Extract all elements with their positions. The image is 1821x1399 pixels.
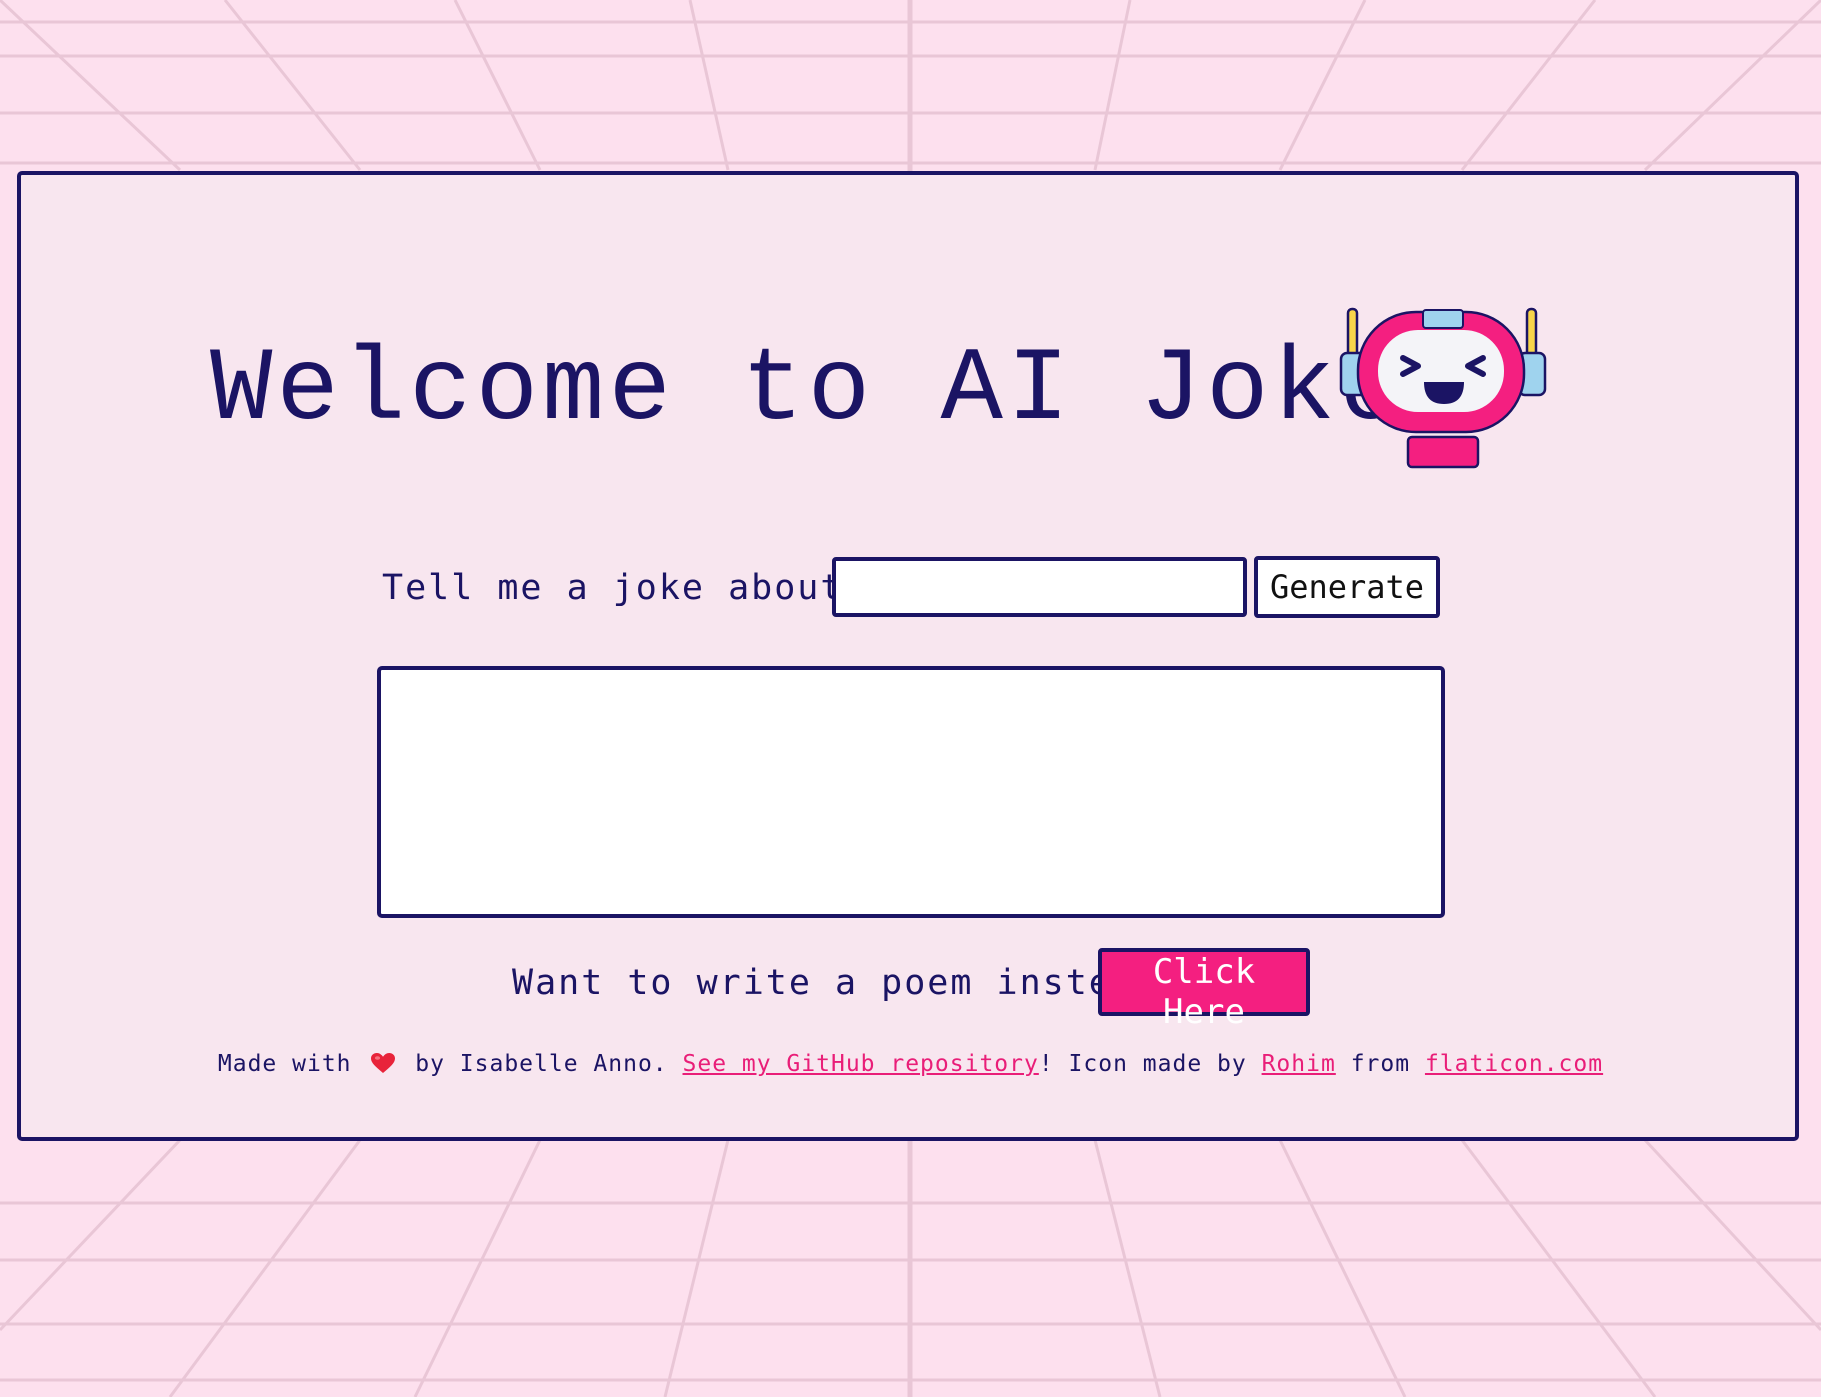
joke-topic-input[interactable]	[832, 557, 1247, 617]
robot-mascot-icon	[1338, 306, 1548, 470]
flaticon-link[interactable]: flaticon.com	[1425, 1051, 1603, 1077]
github-repo-link[interactable]: See my GitHub repository	[683, 1051, 1039, 1077]
footer: Made with by Isabelle Anno. See my GitHu…	[0, 1048, 1821, 1080]
poem-prompt-label: Want to write a poem instead?	[512, 963, 1182, 1003]
footer-icon-credit: ! Icon made by	[1038, 1051, 1247, 1077]
footer-author: by Isabelle Anno.	[415, 1051, 668, 1077]
joke-output-textarea[interactable]	[377, 666, 1445, 918]
page-title: Welcome to AI Jokes	[210, 332, 1472, 450]
generate-button[interactable]: Generate	[1254, 556, 1440, 618]
footer-made-with: Made with	[217, 1051, 352, 1077]
heart-icon	[370, 1051, 396, 1073]
icon-author-link[interactable]: Rohim	[1262, 1051, 1336, 1077]
write-poem-button[interactable]: Click Here	[1098, 948, 1310, 1032]
footer-from: from	[1350, 1051, 1411, 1077]
